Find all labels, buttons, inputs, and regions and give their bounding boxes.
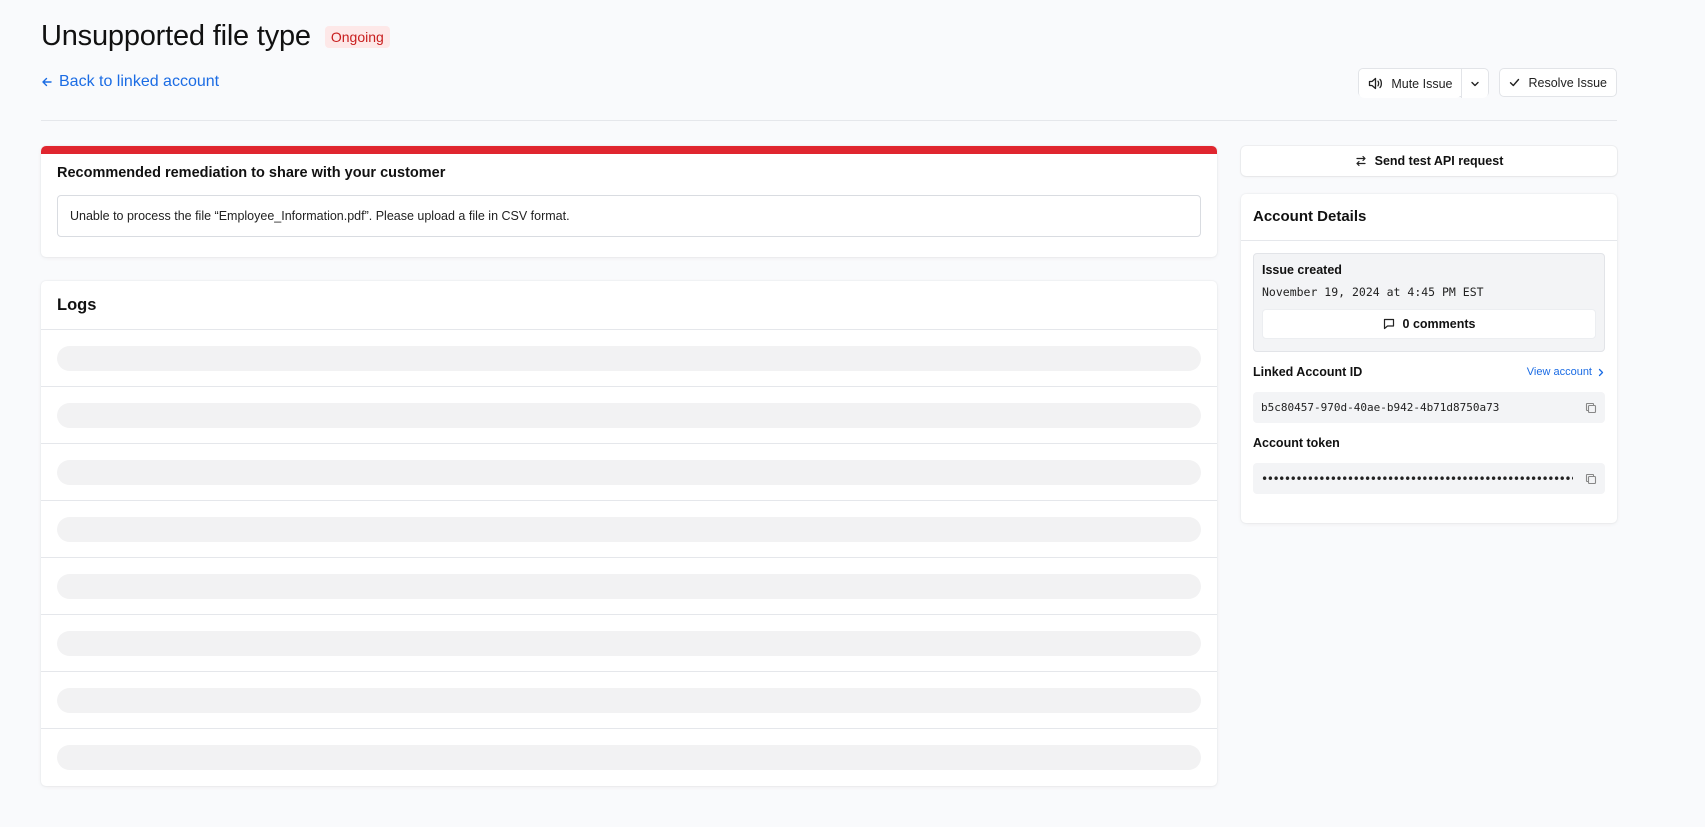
arrows-exchange-icon: [1355, 155, 1367, 167]
log-row: [41, 558, 1217, 615]
arrow-left-icon: [41, 76, 53, 88]
view-account-label: View account: [1526, 366, 1592, 378]
comments-label: 0 comments: [1402, 317, 1476, 331]
log-row: [41, 501, 1217, 558]
resolve-issue-button[interactable]: Resolve Issue: [1499, 68, 1617, 97]
back-link-label: Back to linked account: [59, 73, 220, 90]
mute-button-group: Mute Issue: [1358, 68, 1490, 98]
send-test-api-request-button[interactable]: Send test API request: [1241, 146, 1617, 176]
account-token-label: Account token: [1253, 436, 1340, 450]
log-row: [41, 729, 1217, 786]
issue-actions: Mute Issue Resolve Issue: [1358, 68, 1617, 98]
linked-account-id-field: b5c80457-970d-40ae-b942-4b71d8750a73: [1253, 392, 1605, 423]
log-row: [41, 615, 1217, 672]
log-row: [41, 387, 1217, 444]
header-divider: [41, 120, 1617, 121]
issue-created-date: November 19, 2024 at 4:45 PM EST: [1262, 285, 1484, 299]
remediation-card: Recommended remediation to share with yo…: [41, 146, 1217, 257]
account-token-field: ••••••••••••••••••••••••••••••••••••••••…: [1253, 463, 1605, 494]
comments-button[interactable]: 0 comments: [1262, 309, 1596, 339]
comment-icon: [1383, 318, 1395, 330]
error-accent-bar: [41, 146, 1217, 154]
back-to-linked-account-link[interactable]: Back to linked account: [41, 73, 219, 91]
view-account-link[interactable]: View account: [1527, 366, 1605, 378]
copy-icon[interactable]: [1585, 473, 1597, 485]
mute-issue-label: Mute Issue: [1391, 76, 1453, 91]
loading-skeleton: [57, 459, 1201, 485]
resolve-issue-label: Resolve Issue: [1528, 75, 1607, 90]
log-row: [41, 672, 1217, 729]
linked-account-row: Linked Account ID View account: [1253, 365, 1605, 379]
speaker-icon: [1368, 77, 1383, 90]
account-token-value: ••••••••••••••••••••••••••••••••••••••••…: [1261, 471, 1573, 486]
loading-skeleton: [57, 630, 1201, 656]
title-row: Unsupported file type Ongoing: [41, 20, 390, 53]
chevron-right-icon: [1597, 368, 1605, 377]
linked-account-id-value: b5c80457-970d-40ae-b942-4b71d8750a73: [1261, 401, 1500, 414]
loading-skeleton: [57, 573, 1201, 599]
remediation-message: Unable to process the file “Employee_Inf…: [57, 195, 1201, 237]
logs-card: Logs: [41, 281, 1217, 786]
issue-created-box: Issue created November 19, 2024 at 4:45 …: [1253, 253, 1605, 352]
mute-options-dropdown[interactable]: [1461, 69, 1489, 98]
remediation-title: Recommended remediation to share with yo…: [57, 165, 446, 181]
log-list: [41, 330, 1217, 786]
account-details-card: Account Details Issue created November 1…: [1241, 194, 1617, 523]
account-token-row: Account token: [1253, 436, 1605, 450]
check-icon: [1509, 77, 1520, 88]
loading-skeleton: [57, 345, 1201, 371]
linked-account-id-label: Linked Account ID: [1253, 365, 1363, 379]
loading-skeleton: [57, 402, 1201, 428]
status-badge: Ongoing: [324, 25, 390, 48]
copy-icon[interactable]: [1585, 402, 1597, 414]
log-row: [41, 330, 1217, 387]
page-title: Unsupported file type: [41, 20, 311, 52]
log-row: [41, 444, 1217, 501]
loading-skeleton: [57, 516, 1201, 542]
logs-title: Logs: [41, 281, 1217, 330]
send-test-label: Send test API request: [1374, 154, 1504, 168]
mute-issue-button[interactable]: Mute Issue: [1359, 69, 1462, 98]
issue-created-label: Issue created: [1262, 263, 1342, 277]
loading-skeleton: [57, 687, 1201, 713]
account-details-title: Account Details: [1241, 194, 1617, 241]
loading-skeleton: [57, 745, 1201, 770]
chevron-down-icon: [1470, 79, 1480, 89]
